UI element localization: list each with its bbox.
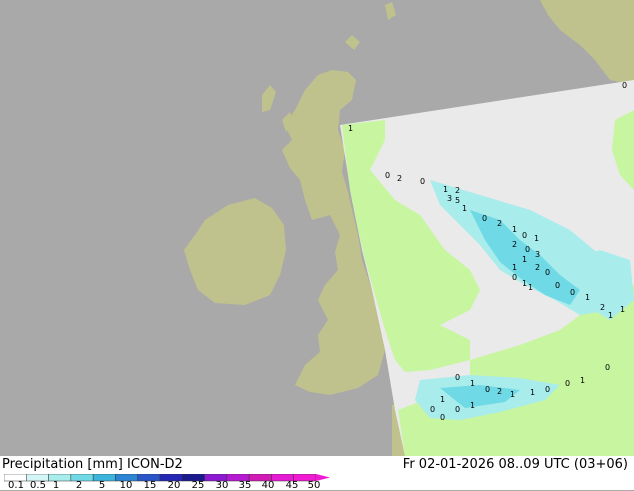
precip-value-label: 1 xyxy=(580,376,585,385)
precip-value-label: 1 xyxy=(534,234,539,243)
colorbar-tick: 30 xyxy=(215,480,229,491)
precip-value-label: 0 xyxy=(565,379,570,388)
precip-value-label: 1 xyxy=(512,225,517,234)
precip-value-label: 1 xyxy=(620,305,625,314)
precip-value-label: 1 xyxy=(440,395,445,404)
precip-value-label: 0 xyxy=(545,385,550,394)
precip-value-label: 0 xyxy=(455,405,460,414)
colorbar-tick: 2 xyxy=(75,480,83,491)
precip-value-label: 0 xyxy=(555,281,560,290)
precip-value-label: 1 xyxy=(443,185,448,194)
precip-value-label: 0 xyxy=(440,413,445,422)
precip-value-label: 0 xyxy=(522,231,527,240)
precip-value-label: 1 xyxy=(348,124,353,133)
precip-value-label: 1 xyxy=(585,293,590,302)
precip-value-label: 2 xyxy=(512,240,517,249)
precip-value-label: 0 xyxy=(545,268,550,277)
precipitation-map: 10 2 01 23 510210 120311 20101 0012 11010 2 1 1 00 11… xyxy=(0,0,634,456)
precip-value-label: 0 xyxy=(570,288,575,297)
colorbar-tick: 0.1 xyxy=(8,480,24,491)
precip-value-label: 1 xyxy=(522,255,527,264)
precip-value-label: 0 xyxy=(420,177,425,186)
map-title: Precipitation [mm] ICON-D2 xyxy=(2,457,183,472)
precip-value-label: 2 xyxy=(600,303,605,312)
precip-value-label: 1 xyxy=(462,204,467,213)
valid-time: Fr 02-01-2026 08..09 UTC (03+06) xyxy=(402,457,628,472)
precip-value-label: 1 xyxy=(530,388,535,397)
precip-value-label: 2 xyxy=(535,263,540,272)
precip-value-label: 5 xyxy=(455,196,460,205)
colorbar-tick: 25 xyxy=(191,480,205,491)
precip-value-label: 1 xyxy=(528,283,533,292)
precip-value-label: 1 xyxy=(470,379,475,388)
precip-value-label: 2 xyxy=(397,174,402,183)
precip-value-label: 1 xyxy=(608,311,613,320)
precip-value-label: 0 xyxy=(485,385,490,394)
precip-value-label: 2 xyxy=(497,387,502,396)
colorbar-tick: 45 xyxy=(285,480,299,491)
colorbar-tick: 1 xyxy=(52,480,60,491)
colorbar-tick: 5 xyxy=(98,480,106,491)
precip-value-label: 0 xyxy=(430,405,435,414)
precip-value-label: 0 xyxy=(512,273,517,282)
precip-value-label: 0 xyxy=(525,245,530,254)
precip-value-label: 0 xyxy=(455,373,460,382)
precip-value-label: 1 xyxy=(512,263,517,272)
colorbar-tick: 50 xyxy=(307,480,321,491)
precip-value-label: 2 xyxy=(497,219,502,228)
precip-value-label: 0 xyxy=(622,81,627,90)
precip-value-label: 0 xyxy=(482,214,487,223)
precip-value-label: 0 xyxy=(605,363,610,372)
precip-value-label: 0 xyxy=(385,171,390,180)
colorbar-tick: 15 xyxy=(143,480,157,491)
colorbar-tick: 35 xyxy=(238,480,252,491)
colorbar-tick: 10 xyxy=(119,480,133,491)
precip-value-label: 2 xyxy=(455,186,460,195)
precip-value-label: 3 xyxy=(447,194,452,203)
precip-value-label: 1 xyxy=(510,390,515,399)
precip-value-label: 1 xyxy=(470,401,475,410)
colorbar-tick: 20 xyxy=(167,480,181,491)
precip-value-label: 1 xyxy=(522,279,527,288)
colorbar-tick: 40 xyxy=(261,480,275,491)
precip-value-label: 3 xyxy=(535,250,540,259)
colorbar-tick: 0.5 xyxy=(30,480,46,491)
